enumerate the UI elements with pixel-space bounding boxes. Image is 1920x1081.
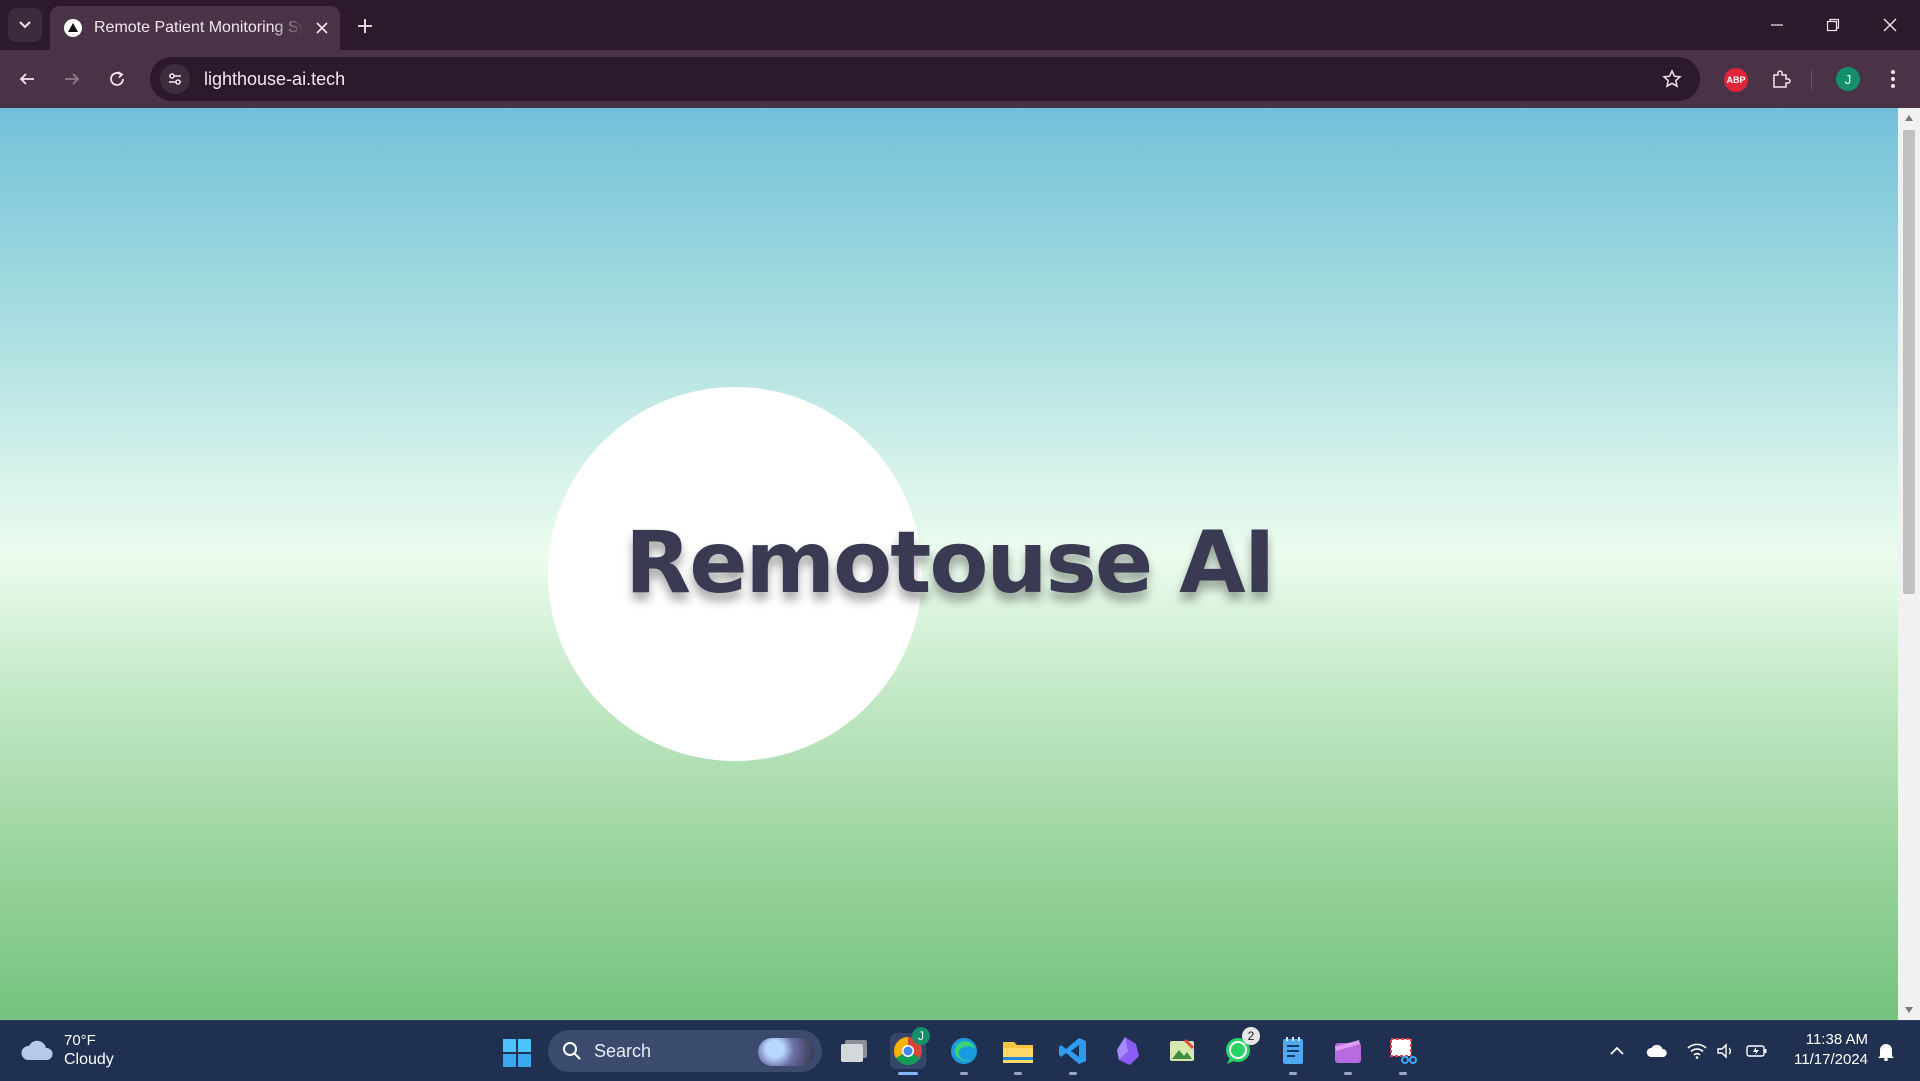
weather-widget[interactable]: 70°F Cloudy: [20, 1031, 114, 1069]
plus-icon: [358, 19, 372, 33]
minimize-button[interactable]: [1763, 12, 1791, 38]
close-icon: [316, 22, 328, 34]
whatsapp-taskbar-button[interactable]: 2: [1220, 1027, 1260, 1069]
adblock-extension-icon[interactable]: ABP: [1724, 68, 1748, 92]
clock-date: 11/17/2024: [1794, 1051, 1868, 1068]
cloud-icon: [1646, 1044, 1667, 1057]
minimize-icon: [1771, 24, 1783, 26]
bell-icon: [1878, 1044, 1894, 1061]
tab-close-button[interactable]: [312, 18, 332, 38]
task-view-icon: [841, 1040, 867, 1062]
chevron-down-icon: [19, 21, 31, 29]
close-icon: [1883, 18, 1897, 32]
tune-icon: [169, 73, 181, 85]
active-indicator: [898, 1072, 918, 1075]
search-label: Search: [594, 1040, 652, 1061]
triangle-up-icon: [1905, 115, 1913, 121]
chrome-profile-badge: J: [912, 1027, 930, 1045]
notepad-taskbar-button[interactable]: [1275, 1033, 1311, 1075]
wifi-icon: [1687, 1043, 1707, 1059]
running-indicator: [1399, 1072, 1407, 1075]
task-view-button[interactable]: [836, 1033, 872, 1069]
cloud-icon: [21, 1040, 53, 1060]
tab-search-button[interactable]: [8, 8, 42, 42]
running-indicator: [960, 1072, 968, 1075]
hero-title: Remotouse AI: [625, 513, 1276, 613]
running-indicator: [1289, 1072, 1297, 1075]
arrow-right-icon: [65, 73, 80, 85]
wifi-tray-icon[interactable]: [1686, 1041, 1708, 1061]
battery-charging-icon: [1746, 1045, 1767, 1057]
scroll-up-button[interactable]: [1898, 110, 1920, 126]
chevron-up-icon: [1610, 1046, 1624, 1055]
toolbar-divider: [1811, 69, 1812, 91]
notification-badge: 2: [1242, 1027, 1260, 1045]
arrow-left-icon: [19, 73, 34, 85]
browser-toolbar: lighthouse-ai.tech ABP J: [0, 50, 1920, 108]
profile-avatar[interactable]: J: [1836, 67, 1860, 91]
show-hidden-icons-button[interactable]: [1606, 1041, 1628, 1061]
triangle-favicon-icon: [64, 19, 82, 37]
clock-time: 11:38 AM: [1805, 1031, 1868, 1048]
system-clock[interactable]: 11:38 AM 11/17/2024: [1784, 1030, 1868, 1070]
battery-tray-icon[interactable]: [1746, 1041, 1768, 1061]
active-tab[interactable]: Remote Patient Monitoring System: [50, 6, 340, 50]
scroll-thumb[interactable]: [1903, 130, 1915, 594]
back-button[interactable]: [12, 64, 42, 94]
image-editor-icon: [1170, 1038, 1195, 1061]
page-scrollbar[interactable]: [1898, 108, 1920, 1020]
bookmark-star-button[interactable]: [1660, 67, 1684, 91]
search-icon: [563, 1042, 581, 1060]
edge-icon: [951, 1038, 977, 1064]
edge-taskbar-button[interactable]: [946, 1033, 982, 1075]
running-indicator: [1014, 1072, 1022, 1075]
speaker-icon: [1717, 1043, 1731, 1059]
extensions-button[interactable]: [1766, 64, 1796, 94]
running-indicator: [1344, 1072, 1352, 1075]
snipping-tool-icon: [1390, 1038, 1417, 1064]
file-explorer-taskbar-button[interactable]: [1000, 1033, 1036, 1075]
new-tab-button[interactable]: [352, 13, 378, 39]
forward-button[interactable]: [57, 64, 87, 94]
notifications-button[interactable]: [1874, 1039, 1898, 1063]
obsidian-taskbar-button[interactable]: [1110, 1033, 1146, 1069]
browser-menu-button[interactable]: [1880, 64, 1906, 94]
star-icon: [1662, 69, 1682, 88]
url-text: lighthouse-ai.tech: [204, 68, 346, 89]
snipping-tool-taskbar-button[interactable]: [1385, 1033, 1421, 1075]
reload-button[interactable]: [102, 64, 132, 94]
page-viewport: Remotouse AI: [0, 108, 1898, 1020]
image-editor-taskbar-button[interactable]: [1164, 1033, 1200, 1069]
scroll-down-button[interactable]: [1898, 1002, 1920, 1018]
weather-condition: Cloudy: [64, 1051, 114, 1068]
puzzle-icon: [1773, 70, 1791, 88]
chrome-taskbar-button[interactable]: J: [890, 1027, 930, 1075]
volume-tray-icon[interactable]: [1715, 1041, 1737, 1061]
obsidian-icon: [1117, 1037, 1139, 1065]
video-editor-icon: [1335, 1040, 1361, 1063]
windows-taskbar: 70°F Cloudy Search J 2 11:38 AM 11/17/20…: [0, 1020, 1920, 1081]
folder-icon: [1003, 1042, 1033, 1063]
vscode-icon: [1059, 1038, 1086, 1064]
onedrive-tray-icon[interactable]: [1646, 1041, 1668, 1061]
browser-titlebar: Remote Patient Monitoring System: [0, 0, 1920, 50]
clipchamp-taskbar-button[interactable]: [1330, 1033, 1366, 1075]
close-window-button[interactable]: [1876, 12, 1904, 38]
address-bar[interactable]: lighthouse-ai.tech: [150, 57, 1700, 101]
windows-start-button[interactable]: [502, 1038, 532, 1068]
more-vertical-icon: [1891, 70, 1895, 88]
restore-button[interactable]: [1819, 12, 1847, 38]
running-indicator: [1069, 1072, 1077, 1075]
tab-title: Remote Patient Monitoring System: [94, 19, 304, 36]
reload-icon: [110, 71, 124, 86]
restore-icon: [1826, 18, 1840, 32]
taskbar-search[interactable]: Search: [548, 1030, 822, 1072]
search-highlight-image: [758, 1038, 814, 1066]
triangle-down-icon: [1905, 1007, 1913, 1013]
site-info-button[interactable]: [160, 64, 190, 94]
notepad-icon: [1283, 1037, 1303, 1064]
vscode-taskbar-button[interactable]: [1055, 1033, 1091, 1075]
weather-temperature: 70°F: [64, 1032, 96, 1049]
